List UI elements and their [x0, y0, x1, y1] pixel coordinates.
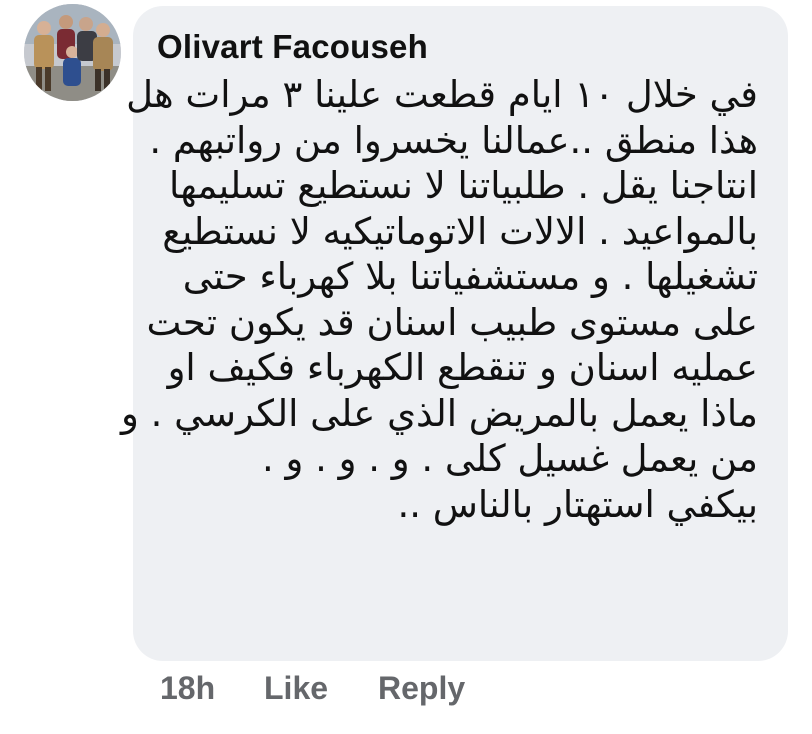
- comment-timestamp[interactable]: 18h: [160, 670, 215, 707]
- comment-line: من يعمل غسيل كلى . و . و . و .: [261, 437, 758, 480]
- avatar[interactable]: [24, 4, 121, 101]
- comment-line: في خلال ١٠ ايام قطعت علينا ٣ مرات هل: [126, 73, 758, 116]
- comment-text: في خلال ١٠ ايام قطعت علينا ٣ مرات هل هذا…: [121, 72, 758, 527]
- comment-bubble: Olivart Facouseh في خلال ١٠ ايام قطعت عل…: [121, 6, 788, 661]
- comment-line: عمليه اسنان و تنقطع الكهرباء فكيف او: [167, 346, 758, 389]
- comment-line: على مستوى طبيب اسنان قد يكون تحت: [146, 300, 758, 344]
- comment-author[interactable]: Olivart Facouseh: [157, 28, 428, 66]
- reply-button[interactable]: Reply: [378, 670, 465, 707]
- comment-line: هذا منطق ..عمالنا يخسروا من رواتبهم .: [149, 118, 758, 162]
- comment-line: تشغيلها . و مستشفياتنا بلا كهرباء حتى: [182, 255, 758, 298]
- comment-line: انتاجنا يقل . طلبياتنا لا نستطيع تسليمها: [169, 164, 758, 207]
- like-button[interactable]: Like: [264, 670, 328, 707]
- avatar-photo: [24, 4, 121, 101]
- comment-line: ماذا يعمل بالمريض الذي على الكرسي . و: [121, 391, 758, 435]
- comment-line: بالمواعيد . الالات الاتوماتيكيه لا نستطي…: [162, 209, 758, 253]
- comment-line: بيكفي استهتار بالناس ..: [397, 482, 758, 526]
